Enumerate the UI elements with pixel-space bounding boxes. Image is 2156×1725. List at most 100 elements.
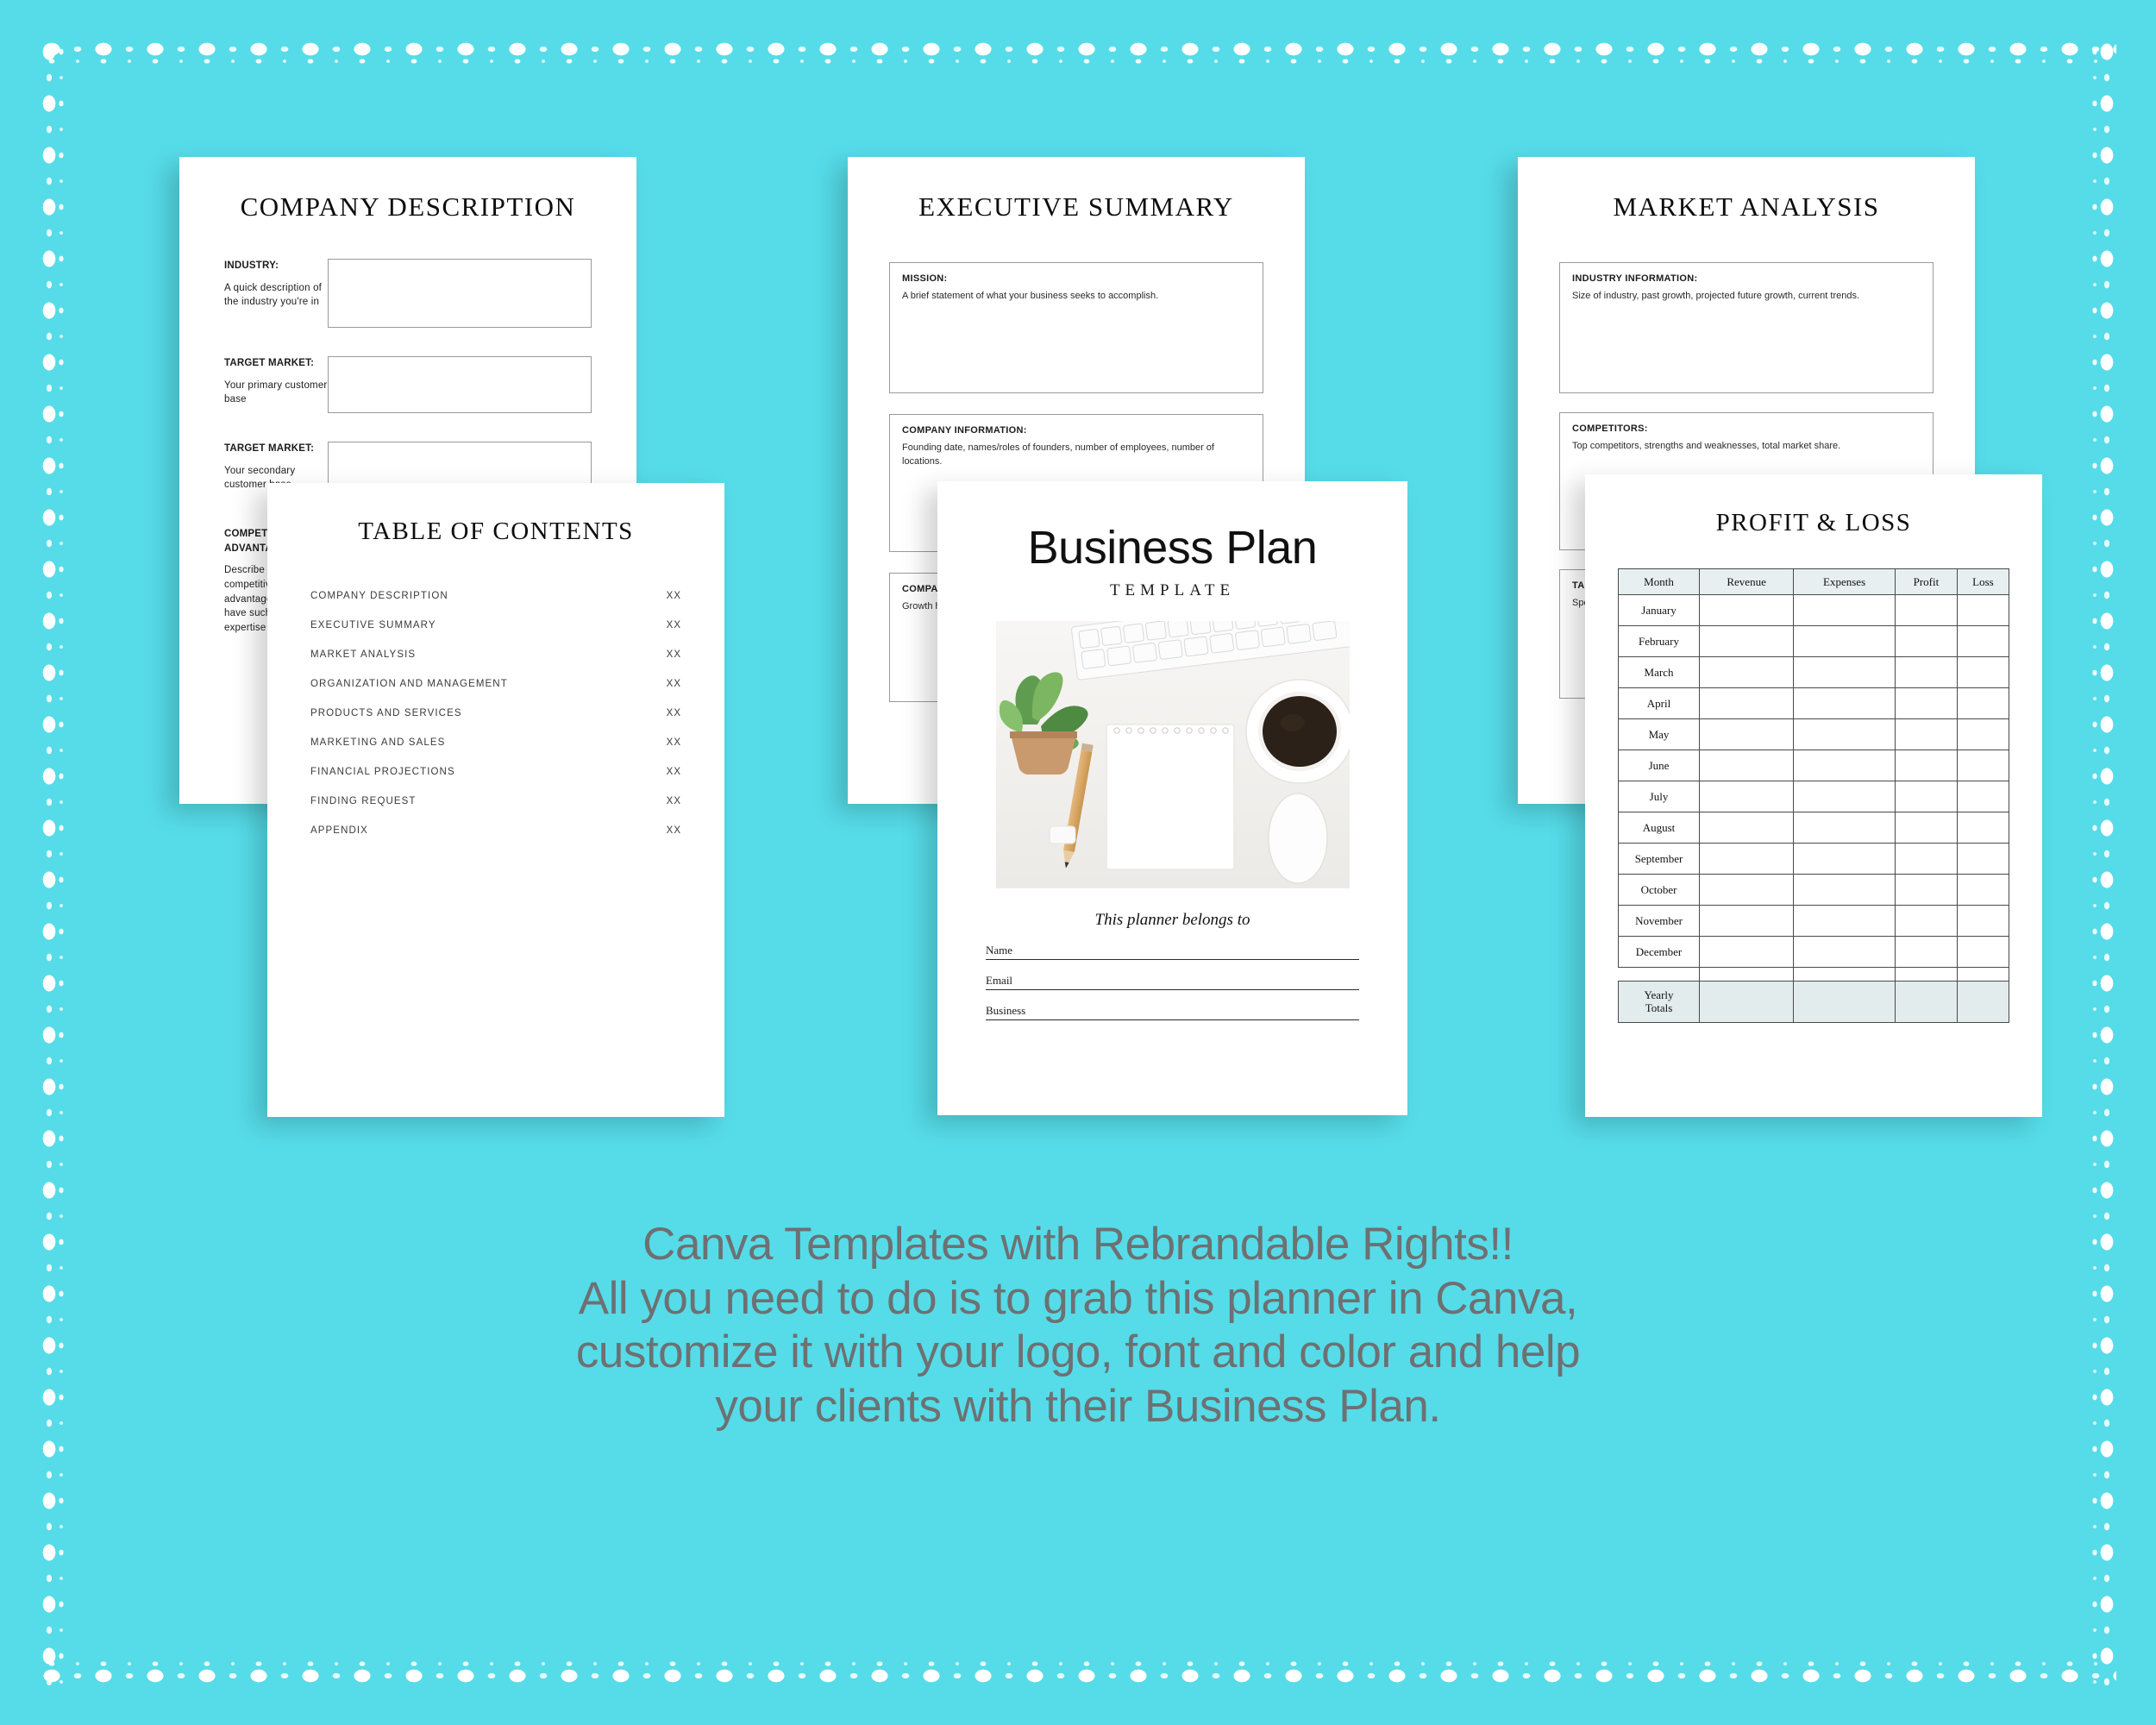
box-body: Founding date, names/roles of founders, … bbox=[902, 442, 1214, 467]
cell-profit[interactable] bbox=[1894, 594, 1958, 626]
page-table-of-contents[interactable]: TABLE OF CONTENTS COMPANY DESCRIPTION XX… bbox=[267, 483, 724, 1117]
table-row[interactable]: December bbox=[1618, 936, 2010, 968]
cell-loss[interactable] bbox=[1956, 687, 2010, 719]
cell-revenue[interactable] bbox=[1698, 750, 1795, 781]
toc-item-organization-and-management[interactable]: ORGANIZATION AND MANAGEMENT XX bbox=[310, 679, 681, 689]
box-mission[interactable]: MISSION: A brief statement of what your … bbox=[889, 262, 1263, 393]
cell-revenue[interactable] bbox=[1698, 905, 1795, 937]
row-label-yearly-totals: Yearly Totals bbox=[1618, 981, 1700, 1023]
cell-revenue[interactable] bbox=[1698, 625, 1795, 657]
cell-profit[interactable] bbox=[1894, 874, 1958, 906]
toc-item-label: MARKET ANALYSIS bbox=[310, 649, 417, 660]
cover-field-email[interactable]: Email bbox=[986, 974, 1359, 990]
cell-revenue[interactable] bbox=[1698, 656, 1795, 688]
cell-loss[interactable] bbox=[1956, 843, 2010, 875]
cell-total-revenue[interactable] bbox=[1698, 981, 1795, 1023]
cell-revenue[interactable] bbox=[1698, 843, 1795, 875]
cell-expenses[interactable] bbox=[1793, 936, 1896, 968]
cell-profit[interactable] bbox=[1894, 781, 1958, 812]
cover-subtitle: TEMPLATE bbox=[1109, 581, 1236, 599]
cell-profit[interactable] bbox=[1894, 905, 1958, 937]
cell-revenue[interactable] bbox=[1698, 781, 1795, 812]
cell-loss[interactable] bbox=[1956, 905, 2010, 937]
cell-expenses[interactable] bbox=[1793, 750, 1896, 781]
cell-loss[interactable] bbox=[1956, 936, 2010, 968]
cell-loss[interactable] bbox=[1956, 656, 2010, 688]
cell-profit[interactable] bbox=[1894, 687, 1958, 719]
cell-loss[interactable] bbox=[1956, 594, 2010, 626]
cell-revenue[interactable] bbox=[1698, 718, 1795, 750]
toc-item-financial-projections[interactable]: FINANCIAL PROJECTIONS XX bbox=[310, 767, 681, 777]
field-input-target-market-primary[interactable] bbox=[328, 356, 592, 413]
cell-expenses[interactable] bbox=[1793, 656, 1896, 688]
box-body: Size of industry, past growth, projected… bbox=[1572, 291, 1860, 301]
row-label: February bbox=[1618, 625, 1700, 657]
toc-item-page: XX bbox=[666, 620, 681, 630]
cell-expenses[interactable] bbox=[1793, 594, 1896, 626]
caption-line-2: All you need to do is to grab this plann… bbox=[578, 1272, 1578, 1324]
toc-item-executive-summary[interactable]: EXECUTIVE SUMMARY XX bbox=[310, 620, 681, 630]
cell-profit[interactable] bbox=[1894, 625, 1958, 657]
box-industry-information[interactable]: INDUSTRY INFORMATION: Size of industry, … bbox=[1559, 262, 1934, 393]
page-profit-loss[interactable]: PROFIT & LOSS Month Revenue Expenses Pro… bbox=[1585, 474, 2042, 1117]
toc-item-label: PRODUCTS AND SERVICES bbox=[310, 708, 462, 718]
table-row[interactable]: May bbox=[1618, 718, 2010, 750]
cell-revenue[interactable] bbox=[1698, 874, 1795, 906]
cover-field-name[interactable]: Name bbox=[986, 944, 1359, 960]
cell-profit[interactable] bbox=[1894, 750, 1958, 781]
cover-field-business[interactable]: Business bbox=[986, 1004, 1359, 1020]
cell-total-profit[interactable] bbox=[1894, 981, 1958, 1023]
cell-loss[interactable] bbox=[1956, 781, 2010, 812]
table-row[interactable]: September bbox=[1618, 843, 2010, 875]
cell-revenue[interactable] bbox=[1698, 687, 1795, 719]
field-input-industry[interactable] bbox=[328, 259, 592, 328]
cell-profit[interactable] bbox=[1894, 656, 1958, 688]
toc-item-finding-request[interactable]: FINDING REQUEST XX bbox=[310, 796, 681, 806]
cell-loss[interactable] bbox=[1956, 874, 2010, 906]
cell-profit[interactable] bbox=[1894, 936, 1958, 968]
table-row[interactable]: August bbox=[1618, 812, 2010, 844]
table-row[interactable]: March bbox=[1618, 656, 2010, 688]
cell-expenses[interactable] bbox=[1793, 843, 1896, 875]
table-row-yearly-totals[interactable]: Yearly Totals bbox=[1618, 981, 2010, 1023]
cell-loss[interactable] bbox=[1956, 812, 2010, 844]
cell-total-loss[interactable] bbox=[1956, 981, 2010, 1023]
cell-profit[interactable] bbox=[1894, 718, 1958, 750]
cell-expenses[interactable] bbox=[1793, 625, 1896, 657]
toc-list: COMPANY DESCRIPTION XX EXECUTIVE SUMMARY… bbox=[310, 591, 681, 836]
table-row[interactable]: February bbox=[1618, 625, 2010, 657]
cell-revenue[interactable] bbox=[1698, 936, 1795, 968]
cell-expenses[interactable] bbox=[1793, 812, 1896, 844]
cell-revenue[interactable] bbox=[1698, 812, 1795, 844]
table-row[interactable]: October bbox=[1618, 874, 2010, 906]
toc-item-page: XX bbox=[666, 708, 681, 718]
toc-item-products-and-services[interactable]: PRODUCTS AND SERVICES XX bbox=[310, 708, 681, 718]
table-row[interactable]: June bbox=[1618, 750, 2010, 781]
toc-item-market-analysis[interactable]: MARKET ANALYSIS XX bbox=[310, 649, 681, 660]
cell-total-expenses[interactable] bbox=[1793, 981, 1896, 1023]
table-row[interactable]: January bbox=[1618, 594, 2010, 626]
page-business-plan-cover[interactable]: Business Plan TEMPLATE This planner belo… bbox=[937, 481, 1407, 1115]
cell-revenue[interactable] bbox=[1698, 594, 1795, 626]
cell-expenses[interactable] bbox=[1793, 874, 1896, 906]
table-row[interactable]: April bbox=[1618, 687, 2010, 719]
cell-profit[interactable] bbox=[1894, 812, 1958, 844]
row-label: December bbox=[1618, 936, 1700, 968]
spacer-cell bbox=[1956, 967, 2010, 982]
cell-expenses[interactable] bbox=[1793, 905, 1896, 937]
table-row[interactable]: July bbox=[1618, 781, 2010, 812]
cell-loss[interactable] bbox=[1956, 625, 2010, 657]
cell-loss[interactable] bbox=[1956, 718, 2010, 750]
table-row[interactable]: November bbox=[1618, 905, 2010, 937]
toc-item-marketing-and-sales[interactable]: MARKETING AND SALES XX bbox=[310, 737, 681, 748]
toc-item-company-description[interactable]: COMPANY DESCRIPTION XX bbox=[310, 591, 681, 601]
cell-expenses[interactable] bbox=[1793, 718, 1896, 750]
cell-expenses[interactable] bbox=[1793, 687, 1896, 719]
profit-loss-table[interactable]: Month Revenue Expenses Profit Loss Janua… bbox=[1618, 568, 2010, 1023]
cell-expenses[interactable] bbox=[1793, 781, 1896, 812]
cell-loss[interactable] bbox=[1956, 750, 2010, 781]
toc-item-page: XX bbox=[666, 796, 681, 806]
toc-item-label: APPENDIX bbox=[310, 825, 368, 836]
toc-item-appendix[interactable]: APPENDIX XX bbox=[310, 825, 681, 836]
cell-profit[interactable] bbox=[1894, 843, 1958, 875]
